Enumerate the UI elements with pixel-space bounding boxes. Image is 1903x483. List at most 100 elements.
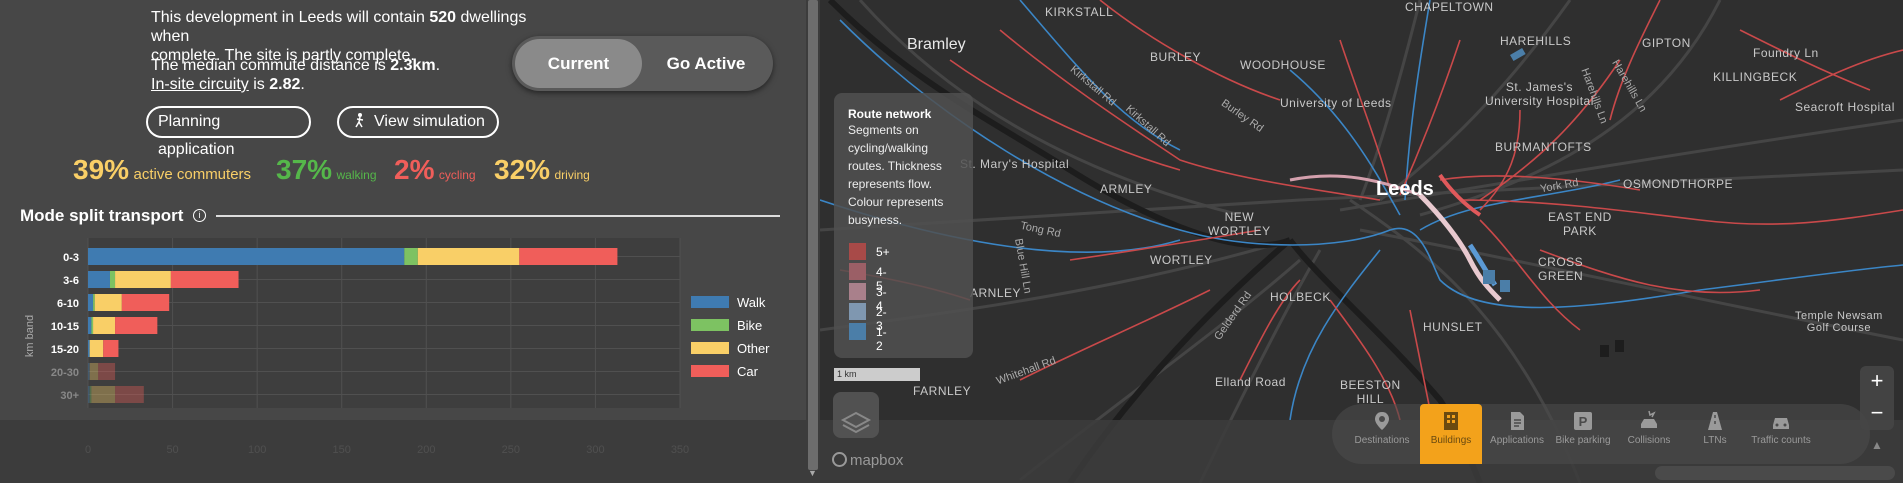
bar-other-20-30[interactable] [89, 363, 99, 380]
stat-label: cycling [438, 168, 476, 182]
layers-button[interactable] [833, 392, 879, 438]
legend-swatch [849, 283, 866, 300]
tool-traffic-counts[interactable]: Traffic counts [1750, 404, 1812, 464]
scrollbar-thumb[interactable] [808, 0, 818, 470]
zoom-out-button[interactable]: − [1860, 398, 1894, 430]
svg-text:P: P [1579, 414, 1588, 429]
bar-bike-3-6[interactable] [109, 271, 116, 288]
bar-bike-10-15[interactable] [91, 317, 94, 334]
bar-other-0-3[interactable] [417, 248, 520, 265]
zoom-in-button[interactable]: + [1860, 366, 1894, 398]
tool-ltns[interactable]: LTNs [1684, 404, 1746, 464]
legend-swatch [849, 303, 866, 320]
map-label: HOLBECK [1270, 290, 1331, 304]
stat-label: walking [336, 168, 377, 182]
map-label: FARNLEY [913, 384, 972, 398]
tool-destinations[interactable]: Destinations [1351, 404, 1413, 464]
planning-application-label: Planning application [158, 113, 235, 158]
map-label: WOODHOUSE [1240, 58, 1326, 72]
category-label: 6-10 [57, 298, 79, 310]
legend-label: Bike [737, 318, 762, 333]
category-label: 10-15 [51, 321, 79, 333]
bar-bike-0-3[interactable] [404, 248, 418, 265]
bar-walk-6-10[interactable] [88, 294, 94, 311]
bar-other-3-6[interactable] [115, 271, 171, 288]
tool-applications[interactable]: Applications [1486, 404, 1548, 464]
layers-icon [840, 411, 872, 434]
legend-swatch [849, 323, 866, 340]
map-label: BURLEY [1150, 50, 1202, 64]
map-label: OSMONDTHORPE [1623, 177, 1734, 191]
bar-car-10-15[interactable] [115, 317, 158, 334]
bar-walk-30+[interactable] [88, 386, 90, 403]
bar-walk-3-6[interactable] [88, 271, 110, 288]
map-attribution[interactable] [1655, 466, 1895, 480]
tool-label: Traffic counts [1751, 435, 1811, 446]
category-label: 15-20 [51, 344, 79, 356]
stat-label: active commuters [133, 166, 252, 183]
scroll-down-arrow-icon[interactable]: ▼ [808, 468, 817, 478]
bar-bike-6-10[interactable] [93, 294, 95, 311]
legend-swatch [849, 263, 866, 280]
stat-value: 37% [276, 154, 333, 185]
active-commuters-stat: 39% active commuters [73, 154, 251, 186]
dwellings-count: 520 [429, 9, 457, 26]
legend-swatch [691, 365, 729, 377]
mapbox-logo[interactable]: mapbox [832, 452, 903, 469]
legend-swatch [691, 296, 729, 308]
go-active-toggle-button[interactable]: Go Active [642, 39, 770, 88]
bar-walk-15-20[interactable] [88, 340, 90, 357]
driving-stat: 32% driving [494, 154, 590, 186]
compass-icon[interactable]: ▲ [1860, 430, 1894, 460]
bar-other-6-10[interactable] [94, 294, 122, 311]
circuity-text: is [248, 76, 270, 93]
category-label: 0-3 [63, 252, 79, 264]
tool-buildings[interactable]: Buildings [1420, 404, 1482, 464]
bar-other-30+[interactable] [91, 386, 116, 403]
category-label: 30+ [60, 390, 79, 402]
map-label: KIRKSTALL [1045, 5, 1114, 19]
bar-walk-20-30[interactable] [88, 363, 90, 380]
map-label: GIPTON [1642, 36, 1691, 50]
legend-swatch [849, 243, 866, 260]
bar-walk-0-3[interactable] [88, 248, 405, 265]
bar-bike-30+[interactable] [89, 386, 92, 403]
app-root: This development in Leeds will contain 5… [0, 0, 1903, 483]
view-simulation-button[interactable]: View simulation [337, 106, 499, 138]
circuity-value: 2.82 [269, 76, 301, 93]
map-scale-bar: 1 km [834, 368, 920, 381]
map-label: BURMANTOFTS [1495, 140, 1592, 154]
bar-other-15-20[interactable] [89, 340, 104, 357]
planning-application-button[interactable]: Planning application [146, 106, 311, 158]
tool-bike-parking[interactable]: P Bike parking [1552, 404, 1614, 464]
bar-other-10-15[interactable] [93, 317, 116, 334]
divider [216, 215, 780, 217]
tool-label: Collisions [1627, 435, 1671, 446]
bar-car-6-10[interactable] [121, 294, 170, 311]
map-label: ARNLEY [970, 286, 1022, 300]
info-icon[interactable]: i [193, 209, 206, 222]
bar-car-30+[interactable] [115, 386, 144, 403]
tool-collisions[interactable]: Collisions [1618, 404, 1680, 464]
map-label: WORTLEY [1150, 253, 1213, 267]
bar-car-3-6[interactable] [170, 271, 239, 288]
parking-icon: P [1574, 412, 1592, 430]
legend-label: 1-2 [876, 325, 887, 353]
circuity-link[interactable]: In-site circuity [151, 76, 249, 93]
walking-stat: 37% walking [276, 154, 377, 186]
tool-label: Bike parking [1555, 435, 1611, 446]
bar-walk-10-15[interactable] [88, 317, 92, 334]
bar-car-0-3[interactable] [519, 248, 618, 265]
mode-split-heading: Mode split transport [20, 206, 184, 225]
stat-value: 39% [73, 154, 130, 185]
current-toggle-button[interactable]: Current [515, 39, 642, 88]
bar-car-15-20[interactable] [103, 340, 119, 357]
route-network-legend: Route network Segments on cycling/walkin… [834, 93, 973, 358]
category-label: 3-6 [63, 275, 79, 287]
chart-category-labels: 0-3 3-6 6-10 10-15 15-20 20-30 30+ [51, 252, 79, 402]
stat-value: 32% [494, 154, 551, 185]
commute-text: . [435, 57, 441, 74]
map-label: EAST END PARK [1548, 210, 1612, 238]
panel-fade-overlay [0, 420, 806, 483]
bar-car-20-30[interactable] [98, 363, 116, 380]
